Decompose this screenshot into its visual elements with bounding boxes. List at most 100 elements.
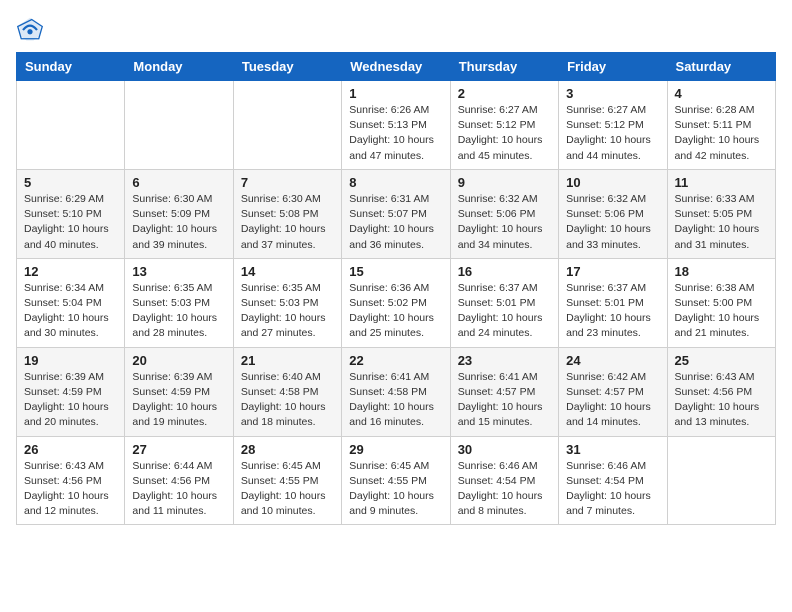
day-number: 24	[566, 353, 659, 368]
day-cell: 15 Sunrise: 6:36 AM Sunset: 5:02 PM Dayli…	[342, 258, 450, 347]
day-number: 20	[132, 353, 225, 368]
day-info: Sunrise: 6:46 AM Sunset: 4:54 PM Dayligh…	[566, 459, 659, 520]
day-cell	[667, 436, 775, 525]
day-cell: 9 Sunrise: 6:32 AM Sunset: 5:06 PM Daylig…	[450, 169, 558, 258]
day-info: Sunrise: 6:37 AM Sunset: 5:01 PM Dayligh…	[458, 281, 551, 342]
day-info: Sunrise: 6:46 AM Sunset: 4:54 PM Dayligh…	[458, 459, 551, 520]
day-number: 25	[675, 353, 768, 368]
day-cell: 1 Sunrise: 6:26 AM Sunset: 5:13 PM Daylig…	[342, 81, 450, 170]
day-number: 9	[458, 175, 551, 190]
day-cell: 6 Sunrise: 6:30 AM Sunset: 5:09 PM Daylig…	[125, 169, 233, 258]
day-info: Sunrise: 6:33 AM Sunset: 5:05 PM Dayligh…	[675, 192, 768, 253]
day-number: 13	[132, 264, 225, 279]
day-info: Sunrise: 6:37 AM Sunset: 5:01 PM Dayligh…	[566, 281, 659, 342]
day-info: Sunrise: 6:39 AM Sunset: 4:59 PM Dayligh…	[24, 370, 117, 431]
day-number: 2	[458, 86, 551, 101]
day-info: Sunrise: 6:32 AM Sunset: 5:06 PM Dayligh…	[458, 192, 551, 253]
day-info: Sunrise: 6:30 AM Sunset: 5:09 PM Dayligh…	[132, 192, 225, 253]
day-cell: 27 Sunrise: 6:44 AM Sunset: 4:56 PM Dayli…	[125, 436, 233, 525]
week-row-4: 19 Sunrise: 6:39 AM Sunset: 4:59 PM Dayli…	[17, 347, 776, 436]
day-info: Sunrise: 6:27 AM Sunset: 5:12 PM Dayligh…	[458, 103, 551, 164]
day-cell: 4Sunrise: 6:28 AM Sunset: 5:11 PM Daylig…	[667, 81, 775, 170]
day-cell: 11Sunrise: 6:33 AM Sunset: 5:05 PM Dayli…	[667, 169, 775, 258]
calendar-header: SundayMondayTuesdayWednesdayThursdayFrid…	[17, 53, 776, 81]
day-info: Sunrise: 6:43 AM Sunset: 4:56 PM Dayligh…	[24, 459, 117, 520]
day-cell: 21 Sunrise: 6:40 AM Sunset: 4:58 PM Dayli…	[233, 347, 341, 436]
day-cell: 17 Sunrise: 6:37 AM Sunset: 5:01 PM Dayli…	[559, 258, 667, 347]
day-number: 17	[566, 264, 659, 279]
day-info: Sunrise: 6:43 AM Sunset: 4:56 PM Dayligh…	[675, 370, 768, 431]
day-number: 21	[241, 353, 334, 368]
calendar-table: SundayMondayTuesdayWednesdayThursdayFrid…	[16, 52, 776, 525]
calendar-body: 1 Sunrise: 6:26 AM Sunset: 5:13 PM Daylig…	[17, 81, 776, 525]
day-cell: 24 Sunrise: 6:42 AM Sunset: 4:57 PM Dayli…	[559, 347, 667, 436]
day-cell: 14Sunrise: 6:35 AM Sunset: 5:03 PM Dayli…	[233, 258, 341, 347]
day-cell: 18 Sunrise: 6:38 AM Sunset: 5:00 PM Dayli…	[667, 258, 775, 347]
day-info: Sunrise: 6:35 AM Sunset: 5:03 PM Dayligh…	[132, 281, 225, 342]
day-info: Sunrise: 6:28 AM Sunset: 5:11 PM Dayligh…	[675, 103, 768, 164]
day-number: 31	[566, 442, 659, 457]
week-row-1: 1 Sunrise: 6:26 AM Sunset: 5:13 PM Daylig…	[17, 81, 776, 170]
header-row: SundayMondayTuesdayWednesdayThursdayFrid…	[17, 53, 776, 81]
day-number: 29	[349, 442, 442, 457]
day-cell: 29 Sunrise: 6:45 AM Sunset: 4:55 PM Dayli…	[342, 436, 450, 525]
day-info: Sunrise: 6:45 AM Sunset: 4:55 PM Dayligh…	[241, 459, 334, 520]
day-cell: 2 Sunrise: 6:27 AM Sunset: 5:12 PM Daylig…	[450, 81, 558, 170]
day-number: 3	[566, 86, 659, 101]
day-cell: 5 Sunrise: 6:29 AM Sunset: 5:10 PM Daylig…	[17, 169, 125, 258]
day-number: 19	[24, 353, 117, 368]
week-row-5: 26Sunrise: 6:43 AM Sunset: 4:56 PM Dayli…	[17, 436, 776, 525]
day-number: 12	[24, 264, 117, 279]
day-cell: 3 Sunrise: 6:27 AM Sunset: 5:12 PM Daylig…	[559, 81, 667, 170]
day-number: 15	[349, 264, 442, 279]
day-cell: 22Sunrise: 6:41 AM Sunset: 4:58 PM Dayli…	[342, 347, 450, 436]
day-info: Sunrise: 6:38 AM Sunset: 5:00 PM Dayligh…	[675, 281, 768, 342]
header-cell-wednesday: Wednesday	[342, 53, 450, 81]
page-header	[16, 16, 776, 44]
header-cell-tuesday: Tuesday	[233, 53, 341, 81]
day-number: 23	[458, 353, 551, 368]
day-cell	[125, 81, 233, 170]
day-info: Sunrise: 6:40 AM Sunset: 4:58 PM Dayligh…	[241, 370, 334, 431]
day-info: Sunrise: 6:27 AM Sunset: 5:12 PM Dayligh…	[566, 103, 659, 164]
day-number: 30	[458, 442, 551, 457]
header-cell-friday: Friday	[559, 53, 667, 81]
day-info: Sunrise: 6:44 AM Sunset: 4:56 PM Dayligh…	[132, 459, 225, 520]
day-info: Sunrise: 6:29 AM Sunset: 5:10 PM Dayligh…	[24, 192, 117, 253]
day-number: 6	[132, 175, 225, 190]
day-number: 1	[349, 86, 442, 101]
day-info: Sunrise: 6:31 AM Sunset: 5:07 PM Dayligh…	[349, 192, 442, 253]
day-info: Sunrise: 6:42 AM Sunset: 4:57 PM Dayligh…	[566, 370, 659, 431]
day-info: Sunrise: 6:36 AM Sunset: 5:02 PM Dayligh…	[349, 281, 442, 342]
day-cell: 30 Sunrise: 6:46 AM Sunset: 4:54 PM Dayli…	[450, 436, 558, 525]
day-number: 27	[132, 442, 225, 457]
day-cell: 31 Sunrise: 6:46 AM Sunset: 4:54 PM Dayli…	[559, 436, 667, 525]
day-cell: 25 Sunrise: 6:43 AM Sunset: 4:56 PM Dayli…	[667, 347, 775, 436]
day-info: Sunrise: 6:26 AM Sunset: 5:13 PM Dayligh…	[349, 103, 442, 164]
day-cell: 16Sunrise: 6:37 AM Sunset: 5:01 PM Dayli…	[450, 258, 558, 347]
day-info: Sunrise: 6:34 AM Sunset: 5:04 PM Dayligh…	[24, 281, 117, 342]
day-cell	[233, 81, 341, 170]
day-cell: 23 Sunrise: 6:41 AM Sunset: 4:57 PM Dayli…	[450, 347, 558, 436]
day-info: Sunrise: 6:30 AM Sunset: 5:08 PM Dayligh…	[241, 192, 334, 253]
day-cell: 10Sunrise: 6:32 AM Sunset: 5:06 PM Dayli…	[559, 169, 667, 258]
day-info: Sunrise: 6:32 AM Sunset: 5:06 PM Dayligh…	[566, 192, 659, 253]
day-cell	[17, 81, 125, 170]
day-cell: 13 Sunrise: 6:35 AM Sunset: 5:03 PM Dayli…	[125, 258, 233, 347]
day-info: Sunrise: 6:41 AM Sunset: 4:57 PM Dayligh…	[458, 370, 551, 431]
day-cell: 20 Sunrise: 6:39 AM Sunset: 4:59 PM Dayli…	[125, 347, 233, 436]
day-number: 8	[349, 175, 442, 190]
header-cell-saturday: Saturday	[667, 53, 775, 81]
logo-icon	[16, 16, 44, 44]
day-number: 22	[349, 353, 442, 368]
day-info: Sunrise: 6:39 AM Sunset: 4:59 PM Dayligh…	[132, 370, 225, 431]
day-info: Sunrise: 6:45 AM Sunset: 4:55 PM Dayligh…	[349, 459, 442, 520]
day-number: 5	[24, 175, 117, 190]
day-info: Sunrise: 6:35 AM Sunset: 5:03 PM Dayligh…	[241, 281, 334, 342]
day-cell: 8 Sunrise: 6:31 AM Sunset: 5:07 PM Daylig…	[342, 169, 450, 258]
logo	[16, 16, 50, 44]
header-cell-monday: Monday	[125, 53, 233, 81]
header-cell-thursday: Thursday	[450, 53, 558, 81]
day-number: 18	[675, 264, 768, 279]
day-cell: 12 Sunrise: 6:34 AM Sunset: 5:04 PM Dayli…	[17, 258, 125, 347]
